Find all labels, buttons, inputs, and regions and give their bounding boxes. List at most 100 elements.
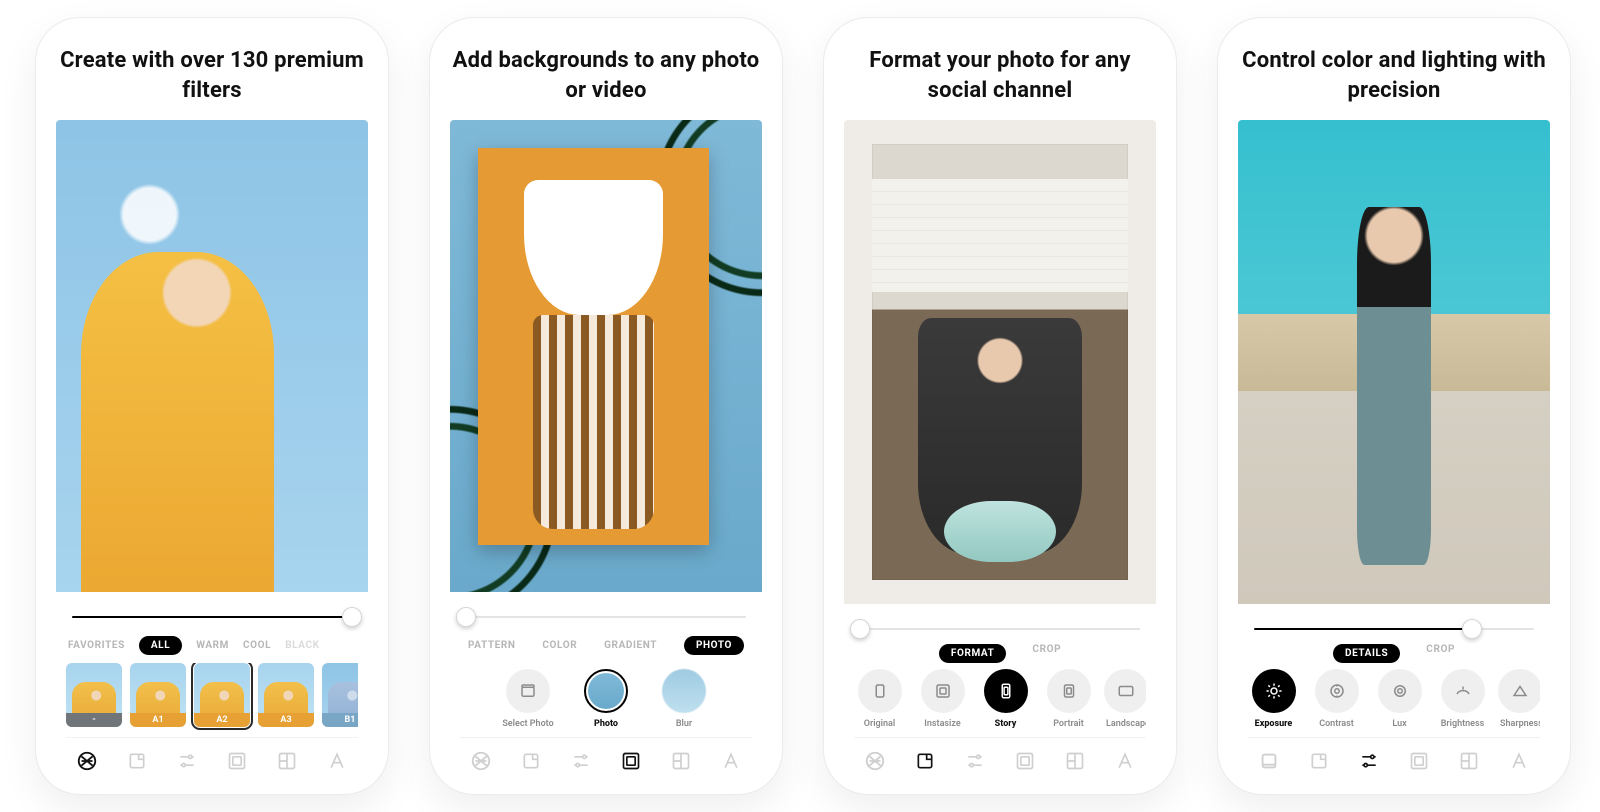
controls-panel: FAVORITES ALL WARM COOL BLACK - A1	[56, 592, 368, 780]
intensity-slider[interactable]	[1248, 614, 1540, 644]
adjust-icon[interactable]	[566, 748, 596, 774]
crop-icon[interactable]	[1304, 748, 1334, 774]
option-original[interactable]: Original	[854, 669, 905, 729]
filter-label: A1	[130, 713, 186, 727]
tab-all[interactable]: ALL	[139, 636, 182, 655]
option-label: Lux	[1392, 719, 1406, 729]
collage-icon[interactable]	[272, 748, 302, 774]
option-brightness[interactable]: Brightness	[1437, 669, 1488, 729]
controls-panel: FORMAT CROP Original Instasize Story	[844, 604, 1156, 780]
filter-thumb[interactable]: -	[66, 663, 122, 727]
tab-details[interactable]: DETAILS	[1333, 644, 1400, 663]
tab-warm[interactable]: WARM	[196, 640, 229, 651]
text-icon[interactable]	[322, 748, 352, 774]
phone-frame: PATTERN COLOR GRADIENT PHOTO Select Phot…	[450, 120, 762, 780]
tab-favorites[interactable]: FAVORITES	[68, 640, 125, 651]
headline: Format your photo for any social channel	[844, 46, 1156, 110]
photo-preview[interactable]	[844, 120, 1156, 604]
option-portrait[interactable]: Portrait	[1043, 669, 1094, 729]
filters-icon[interactable]	[72, 748, 102, 774]
option-label: Original	[864, 719, 895, 729]
adjust-icon[interactable]	[960, 748, 990, 774]
crop-icon[interactable]	[122, 748, 152, 774]
option-sharpness[interactable]: Sharpness	[1500, 669, 1540, 729]
option-label: Blur	[676, 719, 692, 729]
collage-icon[interactable]	[666, 748, 696, 774]
photo-preview[interactable]	[56, 120, 368, 592]
headline: Create with over 130 premium filters	[56, 46, 368, 110]
screenshot-card-1: Create with over 130 premium filters FAV…	[36, 18, 388, 794]
option-exposure[interactable]: Exposure	[1248, 669, 1299, 729]
intensity-slider[interactable]	[460, 602, 752, 632]
filter-category-tabs: FAVORITES ALL WARM COOL BLACK	[66, 632, 358, 663]
collage-icon[interactable]	[1454, 748, 1484, 774]
intensity-slider[interactable]	[854, 614, 1146, 644]
tab-black[interactable]: BLACK	[285, 640, 319, 651]
option-label: Exposure	[1255, 719, 1293, 729]
tab-photo[interactable]: PHOTO	[684, 636, 744, 655]
headline: Control color and lighting with precisio…	[1238, 46, 1550, 110]
crop-icon[interactable]	[516, 748, 546, 774]
headline: Add backgrounds to any photo or video	[450, 46, 762, 110]
tab-color[interactable]: COLOR	[542, 640, 577, 651]
tab-cool[interactable]: COOL	[243, 640, 271, 651]
filters-icon[interactable]	[1254, 748, 1284, 774]
crop-icon[interactable]	[910, 748, 940, 774]
tab-crop[interactable]: CROP	[1032, 644, 1061, 663]
detail-options: Exposure Contrast Lux Brightness	[1248, 663, 1540, 731]
filter-thumb[interactable]: A1	[130, 663, 186, 727]
borders-icon[interactable]	[1010, 748, 1040, 774]
photo-preview[interactable]	[1238, 120, 1550, 604]
filter-label: B1	[322, 713, 358, 727]
option-blur[interactable]: Blur	[655, 669, 713, 729]
filter-thumb[interactable]: A3	[258, 663, 314, 727]
background-options: Select Photo Photo Blur	[460, 663, 752, 731]
filter-thumbnails: - A1 A2 A3 B	[66, 663, 358, 731]
filter-label: -	[66, 713, 122, 727]
adjust-icon[interactable]	[172, 748, 202, 774]
borders-icon[interactable]	[1404, 748, 1434, 774]
tab-pattern[interactable]: PATTERN	[468, 640, 516, 651]
option-label: Story	[995, 719, 1017, 729]
phone-frame: FORMAT CROP Original Instasize Story	[844, 120, 1156, 780]
filter-label: A2	[194, 713, 250, 727]
option-story[interactable]: Story	[980, 669, 1031, 729]
collage-icon[interactable]	[1060, 748, 1090, 774]
option-label: Instasize	[924, 719, 960, 729]
intensity-slider[interactable]	[66, 602, 358, 632]
borders-icon[interactable]	[222, 748, 252, 774]
mode-tabs: FORMAT CROP	[854, 644, 1146, 663]
filter-label: A3	[258, 713, 314, 727]
mode-tabs: DETAILS CROP	[1248, 644, 1540, 663]
filter-thumb-selected[interactable]: A2	[194, 663, 250, 727]
phone-frame: FAVORITES ALL WARM COOL BLACK - A1	[56, 120, 368, 780]
option-label: Photo	[594, 719, 618, 729]
photo-preview[interactable]	[450, 120, 762, 592]
text-icon[interactable]	[1504, 748, 1534, 774]
option-landscape[interactable]: Landscape	[1106, 669, 1146, 729]
text-icon[interactable]	[716, 748, 746, 774]
controls-panel: DETAILS CROP Exposure Contrast Lux	[1238, 604, 1550, 780]
controls-panel: PATTERN COLOR GRADIENT PHOTO Select Phot…	[450, 592, 762, 780]
tab-format[interactable]: FORMAT	[939, 644, 1007, 663]
option-select-photo[interactable]: Select Photo	[499, 669, 557, 729]
tab-crop[interactable]: CROP	[1426, 644, 1455, 663]
filters-icon[interactable]	[466, 748, 496, 774]
filters-icon[interactable]	[860, 748, 890, 774]
adjust-icon[interactable]	[1354, 748, 1384, 774]
bottom-toolbar	[1248, 737, 1540, 774]
bottom-toolbar	[854, 737, 1146, 774]
option-lux[interactable]: Lux	[1374, 669, 1425, 729]
background-type-tabs: PATTERN COLOR GRADIENT PHOTO	[460, 632, 752, 663]
option-label: Sharpness	[1500, 719, 1540, 729]
filter-thumb[interactable]: B1	[322, 663, 358, 727]
option-photo[interactable]: Photo	[577, 669, 635, 729]
screenshot-card-3: Format your photo for any social channel…	[824, 18, 1176, 794]
bottom-toolbar	[460, 737, 752, 774]
text-icon[interactable]	[1110, 748, 1140, 774]
app-store-screenshots: Create with over 130 premium filters FAV…	[0, 0, 1600, 812]
borders-icon[interactable]	[616, 748, 646, 774]
option-instasize[interactable]: Instasize	[917, 669, 968, 729]
option-contrast[interactable]: Contrast	[1311, 669, 1362, 729]
tab-gradient[interactable]: GRADIENT	[604, 640, 657, 651]
